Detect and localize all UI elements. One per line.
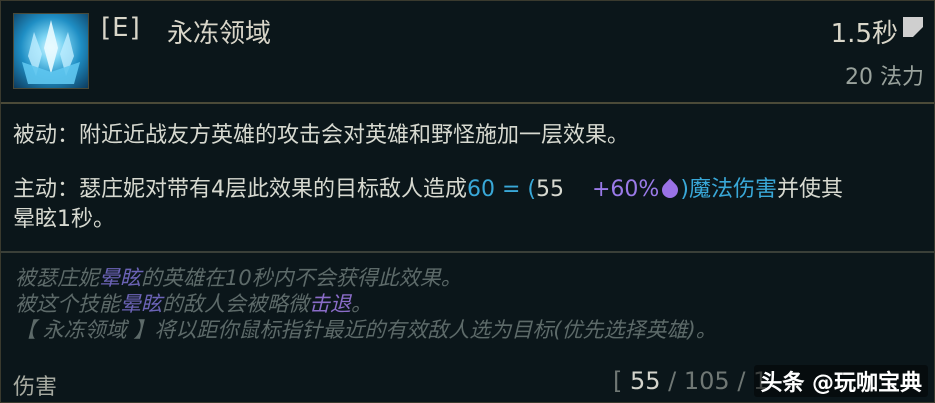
current-rank-value: 55 <box>630 367 661 395</box>
note-line: 被这个技能晕眩的敌人会被略微击退。 <box>15 292 372 316</box>
stun-keyword: 晕眩 <box>99 266 141 290</box>
watermark: 头条 @玩咖宝典 <box>754 365 928 397</box>
ability-notes: 被瑟庄妮晕眩的英雄在10秒内不会获得此效果。 被这个技能晕眩的敌人会被略微击退。… <box>15 265 915 343</box>
passive-text: 附近近战友方英雄的攻击会对英雄和野怪施加一层效果。 <box>79 123 630 148</box>
cooldown-icon <box>903 17 923 37</box>
note-line: 被瑟庄妮晕眩的英雄在10秒内不会获得此效果。 <box>15 266 462 290</box>
tooltip-header: [E] 永冻领域 1.5秒 20 法力 <box>1 1 934 102</box>
active-text-after: 并使其 <box>776 177 843 202</box>
stun-keyword: 晕眩 <box>120 292 162 316</box>
passive-description: 被动：附近近战友方英雄的攻击会对英雄和野怪施加一层效果。 <box>13 121 923 151</box>
ability-tooltip: [E] 永冻领域 1.5秒 20 法力 被动：附近近战友方英雄的攻击会对英雄和野… <box>0 0 935 403</box>
ap-ratio: +60% <box>592 177 660 202</box>
note-line: 【 永冻领域 】将以距你鼠标指针最近的有效敌人选为目标(优先选择英雄)。 <box>15 318 717 342</box>
passive-label: 被动： <box>13 123 80 148</box>
ability-power-icon <box>659 178 682 202</box>
knockback-keyword: 击退 <box>309 292 351 316</box>
damage-paren-close: ) <box>680 177 689 202</box>
ice-spikes-icon <box>13 13 89 89</box>
next-rank-value: 105 <box>683 367 730 395</box>
notes-divider <box>1 251 934 253</box>
damage-rank-values: [ 55 / 105 / 1 <box>613 367 769 395</box>
damage-total: 60 = ( <box>467 177 537 202</box>
ability-cost: 20 法力 <box>845 65 924 90</box>
damage-base: 55 <box>536 177 565 202</box>
ability-description: 被动：附近近战友方英雄的攻击会对英雄和野怪施加一层效果。 主动：瑟庄妮对带有4层… <box>13 121 923 235</box>
active-text-line2: 晕眩1秒。 <box>13 207 115 232</box>
active-description: 主动：瑟庄妮对带有4层此效果的目标敌人造成60 = (55 +60%)魔法伤害并… <box>13 175 923 235</box>
damage-type: 魔法伤害 <box>688 177 777 202</box>
header-divider <box>1 102 934 104</box>
ability-cooldown: 1.5秒 <box>830 19 898 49</box>
damage-label: 伤害 <box>13 375 58 400</box>
ability-hotkey: [E] <box>101 13 141 43</box>
ability-name: 永冻领域 <box>167 19 272 49</box>
active-text: 瑟庄妮对带有4层此效果的目标敌人造成 <box>79 177 468 202</box>
active-label: 主动： <box>13 177 80 202</box>
